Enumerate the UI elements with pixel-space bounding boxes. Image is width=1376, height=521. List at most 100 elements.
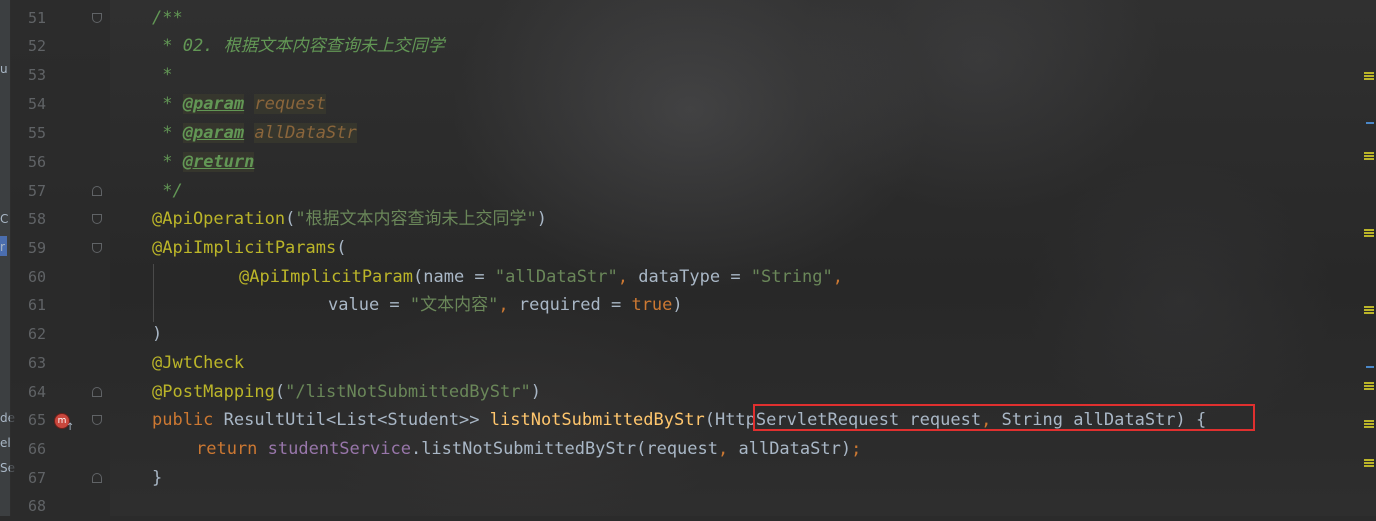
paren: (	[285, 209, 296, 229]
scrollbar-marker[interactable]	[1366, 122, 1374, 124]
line-number: 55	[27, 124, 46, 142]
return-type[interactable]: ResultUtil<List<Student>>	[224, 410, 490, 430]
line-number: 68	[27, 497, 46, 515]
doc-param-name[interactable]: request	[254, 94, 327, 114]
doc-star: *	[152, 94, 183, 114]
paren: )	[536, 209, 548, 229]
code-line[interactable]: 51 /**	[0, 4, 1360, 33]
code-line[interactable]: 54 * @param request	[0, 90, 1360, 119]
code-line[interactable]: 56 * @return	[0, 148, 1360, 177]
semicolon: ;	[851, 439, 862, 459]
annotation-line: @JwtCheck	[152, 349, 244, 378]
code-line[interactable]: 67 }	[0, 464, 1360, 493]
method-call[interactable]: .listNotSubmittedByStr(request	[411, 439, 718, 459]
doc-tag[interactable]: @return	[182, 152, 255, 172]
doc-comment-text: *	[152, 65, 173, 85]
paren: (	[274, 382, 286, 402]
line-number: 59	[27, 239, 46, 257]
line-number: 52	[27, 37, 46, 55]
code-line[interactable]: 53 *	[0, 61, 1360, 90]
fold-collapse-icon[interactable]	[92, 214, 102, 224]
scrollbar-marker[interactable]	[1364, 72, 1374, 74]
scrollbar-marker[interactable]	[1364, 382, 1374, 384]
annotation-line: @ApiImplicitParams(	[152, 234, 346, 263]
doc-param-name[interactable]: allDataStr	[254, 123, 357, 143]
scrollbar-marker[interactable]	[1364, 459, 1374, 461]
doc-star: *	[152, 152, 183, 172]
code-line[interactable]: 68	[0, 492, 1360, 521]
comma: ,	[718, 439, 739, 459]
code-line[interactable]: 63 @JwtCheck	[0, 349, 1360, 378]
paren: (	[704, 410, 715, 430]
line-number: 53	[27, 66, 46, 84]
method-name[interactable]: listNotSubmittedByStr	[490, 410, 705, 430]
paren: (	[336, 238, 347, 258]
code-line[interactable]: 57 */	[0, 177, 1360, 206]
fold-expand-icon[interactable]	[92, 473, 102, 483]
fold-collapse-icon[interactable]	[92, 415, 102, 425]
code-line[interactable]: 55 * @param allDataStr	[0, 119, 1360, 148]
string-literal: "/listNotSubmittedByStr"	[285, 382, 531, 402]
closing-paren: )	[152, 324, 163, 344]
string-literal: "文本内容"	[409, 295, 499, 315]
annotation-line: @PostMapping("/listNotSubmittedByStr")	[152, 378, 541, 407]
param-key: required =	[518, 295, 632, 315]
doc-tag[interactable]: @param	[182, 123, 245, 143]
navigate-up-arrow-icon: ↑	[66, 422, 75, 433]
code-line[interactable]: 61 value = "文本内容", required = true)	[0, 291, 1360, 320]
line-number: 51	[27, 9, 46, 27]
closing-brace: }	[152, 468, 163, 488]
code-line[interactable]: 58 @ApiOperation("根据文本内容查询未上交同学")	[0, 205, 1360, 234]
code-line[interactable]: 64 @PostMapping("/listNotSubmittedByStr"…	[0, 378, 1360, 407]
annotation-name[interactable]: @ApiImplicitParams	[152, 238, 336, 258]
annotation-args-line: value = "文本内容", required = true)	[328, 291, 683, 320]
scrollbar-marker[interactable]	[1364, 229, 1374, 231]
code-line[interactable]: 66 return studentService.listNotSubmitte…	[0, 435, 1360, 464]
scrollbar-marker[interactable]	[1364, 420, 1374, 422]
annotation-name[interactable]: @PostMapping	[152, 382, 275, 402]
doc-star: *	[152, 123, 183, 143]
line-number: 62	[27, 325, 46, 343]
string-literal: "allDataStr"	[494, 267, 618, 287]
code-line[interactable]: 59 @ApiImplicitParams(	[0, 234, 1360, 263]
fold-collapse-icon[interactable]	[92, 243, 102, 253]
param-key: value =	[328, 295, 410, 315]
fold-collapse-icon[interactable]	[92, 13, 102, 23]
annotation-name[interactable]: @JwtCheck	[152, 353, 244, 373]
line-number: 67	[27, 469, 46, 487]
fold-expand-icon[interactable]	[92, 387, 102, 397]
scrollbar-marker[interactable]	[1364, 306, 1374, 308]
code-editor[interactable]: 51 /** 52 * 02. 根据文本内容查询未上交同学 53 * 54 * …	[0, 0, 1376, 516]
annotation-name[interactable]: @ApiImplicitParam	[239, 267, 413, 287]
code-line[interactable]: 60 @ApiImplicitParam(name = "allDataStr"…	[0, 263, 1360, 292]
line-number: 58	[27, 210, 46, 228]
scrollbar-marker[interactable]	[1366, 366, 1374, 368]
line-number: 56	[27, 153, 46, 171]
line-number: 57	[27, 182, 46, 200]
paren: )	[530, 382, 541, 402]
param-key: name =	[423, 267, 495, 287]
line-number: 61	[27, 296, 46, 314]
fold-expand-icon[interactable]	[92, 186, 102, 196]
paren: (	[413, 267, 424, 287]
doc-return-line: * @return	[152, 148, 255, 177]
line-number: 64	[27, 383, 46, 401]
annotation-name[interactable]: @ApiOperation	[152, 209, 285, 229]
field-reference[interactable]: studentService	[268, 439, 411, 459]
boolean-literal: true	[631, 295, 673, 315]
comma: ,	[832, 267, 843, 287]
code-line[interactable]: 52 * 02. 根据文本内容查询未上交同学	[0, 32, 1360, 61]
param-key: dataType =	[638, 267, 751, 287]
paren: )	[672, 295, 683, 315]
string-literal: "String"	[750, 267, 833, 287]
parameters-highlight-box	[753, 404, 1255, 431]
line-number: 54	[27, 95, 46, 113]
argument: allDataStr)	[738, 439, 852, 459]
doc-comment-text: * 02. 根据文本内容查询未上交同学	[152, 36, 445, 56]
scrollbar-marker[interactable]	[1364, 152, 1374, 154]
return-statement: return studentService.listNotSubmittedBy…	[196, 435, 861, 464]
string-literal: "根据文本内容查询未上交同学"	[295, 209, 537, 229]
line-number: 66	[27, 440, 46, 458]
doc-tag[interactable]: @param	[182, 94, 245, 114]
code-line[interactable]: 62 )	[0, 320, 1360, 349]
